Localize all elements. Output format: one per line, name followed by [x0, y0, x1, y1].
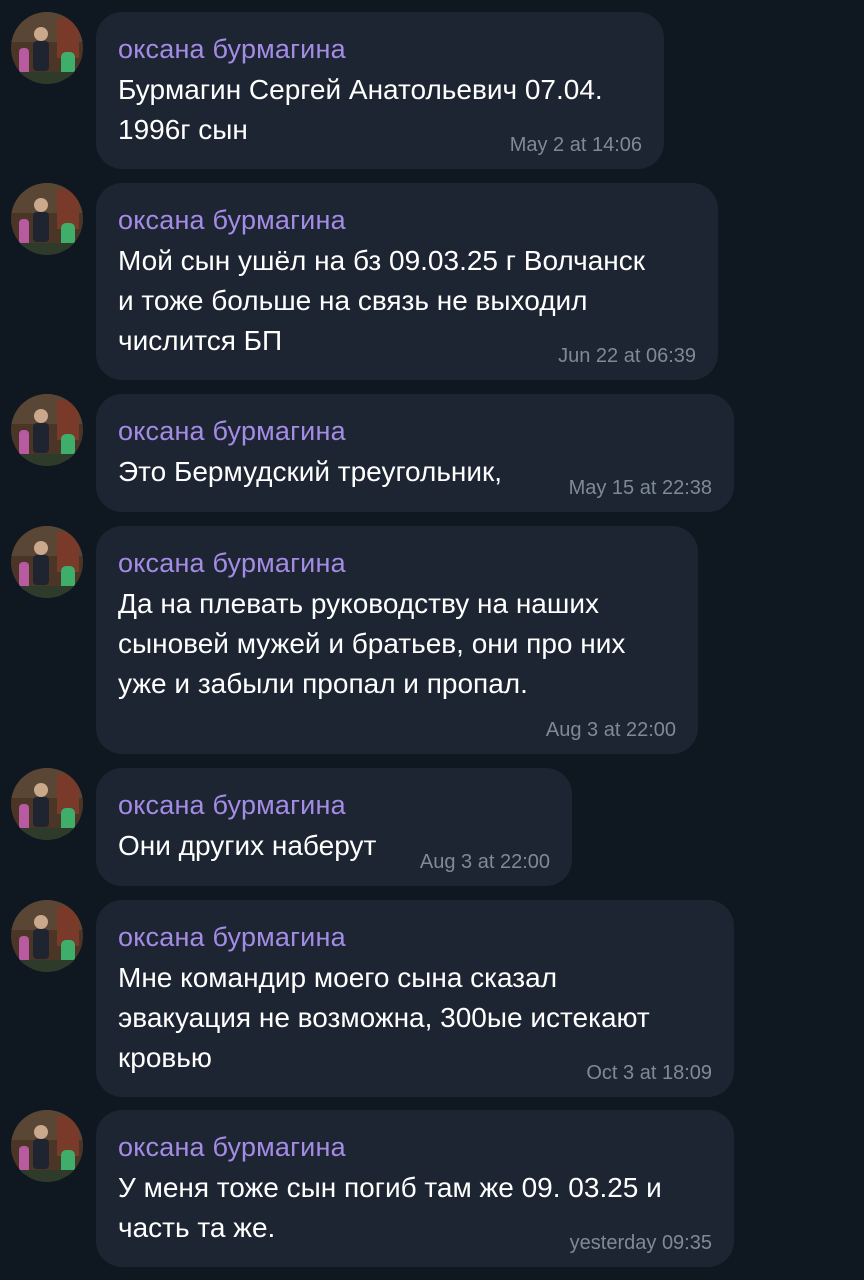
message-timestamp: Jun 22 at 06:39	[558, 345, 696, 367]
sender-name[interactable]: оксана бурмагина	[118, 788, 550, 822]
sender-name[interactable]: оксана бурмагина	[118, 1130, 712, 1164]
message-text: Мне командир моего сына сказал эвакуация…	[118, 962, 650, 1073]
message-text: Мой сын ушёл на бз 09.03.25 г Волчанск и…	[118, 245, 645, 356]
sender-name[interactable]: оксана бурмагина	[118, 546, 676, 580]
sender-avatar[interactable]	[11, 394, 83, 466]
sender-avatar[interactable]	[11, 1110, 83, 1182]
sender-name[interactable]: оксана бурмагина	[118, 203, 696, 237]
sender-name[interactable]: оксана бурмагина	[118, 414, 712, 448]
avatar-photo-icon	[11, 394, 83, 466]
sender-avatar[interactable]	[11, 12, 83, 84]
sender-avatar[interactable]	[11, 526, 83, 598]
message-bubble[interactable]: оксана бурмагина Да на плевать руководст…	[96, 526, 698, 754]
message-timestamp: yesterday 09:35	[569, 1232, 712, 1254]
avatar-photo-icon	[11, 768, 83, 840]
sender-name[interactable]: оксана бурмагина	[118, 32, 642, 66]
avatar-photo-icon	[11, 183, 83, 255]
message-text: Да на плевать руководству на наших сынов…	[118, 588, 626, 699]
message-bubble[interactable]: оксана бурмагина Они других наберут Aug …	[96, 768, 572, 886]
avatar-photo-icon	[11, 1110, 83, 1182]
avatar-photo-icon	[11, 12, 83, 84]
sender-avatar[interactable]	[11, 768, 83, 840]
sender-name[interactable]: оксана бурмагина	[118, 920, 712, 954]
sender-avatar[interactable]	[11, 183, 83, 255]
message-timestamp: Oct 3 at 18:09	[586, 1062, 712, 1084]
message-timestamp: Aug 3 at 22:00	[545, 719, 676, 741]
message-bubble[interactable]: оксана бурмагина Мне командир моего сына…	[96, 900, 734, 1097]
message-bubble[interactable]: оксана бурмагина У меня тоже сын погиб т…	[96, 1110, 734, 1267]
sender-avatar[interactable]	[11, 900, 83, 972]
avatar-photo-icon	[11, 900, 83, 972]
message-bubble[interactable]: оксана бурмагина Бурмагин Сергей Анатоль…	[96, 12, 664, 169]
message-bubble[interactable]: оксана бурмагина Мой сын ушёл на бз 09.0…	[96, 183, 718, 380]
message-timestamp: May 2 at 14:06	[509, 134, 642, 156]
message-timestamp: Aug 3 at 22:00	[419, 851, 550, 873]
message-timestamp: May 15 at 22:38	[568, 477, 712, 499]
message-bubble[interactable]: оксана бурмагина Это Бермудский треуголь…	[96, 394, 734, 512]
chat-message-list[interactable]: оксана бурмагина Бурмагин Сергей Анатоль…	[0, 0, 864, 1280]
avatar-photo-icon	[11, 526, 83, 598]
